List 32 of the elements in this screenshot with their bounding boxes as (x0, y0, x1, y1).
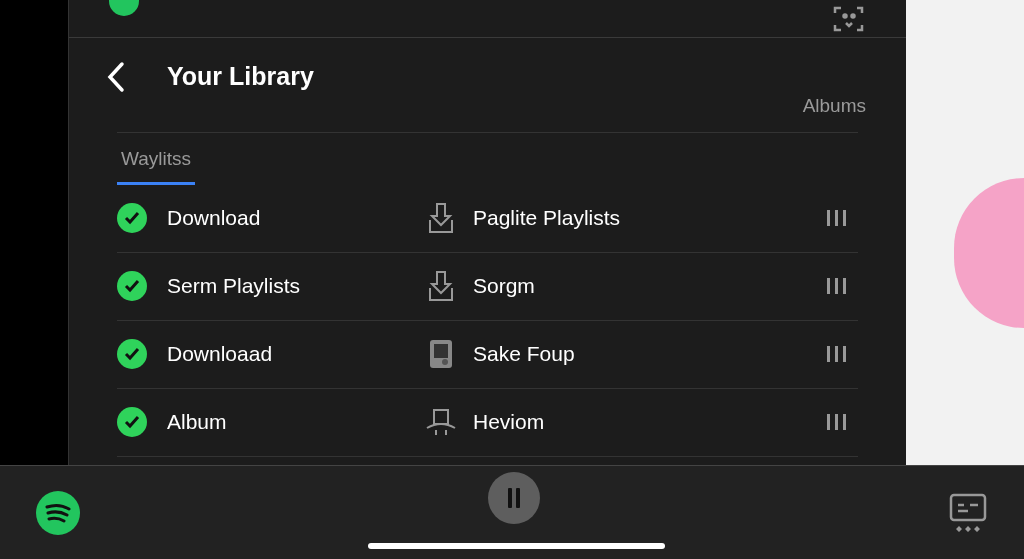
list-item-label[interactable]: Sake Foup (473, 338, 827, 370)
list-item-label[interactable]: Download (167, 202, 425, 234)
checkbox[interactable] (117, 271, 147, 301)
pause-icon (506, 487, 522, 508)
back-icon[interactable] (105, 60, 127, 93)
list-item-label[interactable]: Album (167, 406, 425, 438)
download-icon (428, 202, 454, 234)
drag-handle-icon[interactable] (827, 278, 846, 294)
list-item-label[interactable]: Paglite Playlists (473, 202, 827, 234)
list-item-label[interactable]: Serm Playlists (167, 270, 425, 302)
check-icon (124, 211, 140, 225)
drag-handle-icon[interactable] (827, 414, 846, 430)
robot-face-icon[interactable] (948, 491, 988, 534)
check-icon (124, 279, 140, 293)
checkbox[interactable] (117, 339, 147, 369)
check-icon (124, 415, 140, 429)
download-icon (428, 270, 454, 302)
column-header: Albums (802, 93, 866, 118)
tab[interactable]: Waylitss (117, 145, 196, 185)
hat-icon (425, 406, 457, 438)
drag-handle-icon[interactable] (827, 210, 846, 226)
checkbox[interactable] (117, 407, 147, 437)
page-title: Your Library (167, 61, 314, 92)
check-icon (124, 347, 140, 361)
list-item-label[interactable]: Heviom (473, 406, 827, 438)
app-logo-icon[interactable] (36, 490, 80, 535)
pause-button[interactable] (488, 471, 540, 524)
drag-handle-icon[interactable] (827, 346, 846, 362)
list-item-label[interactable]: Downloaad (167, 338, 425, 370)
list-item-label[interactable]: Sorgm (473, 270, 827, 302)
checkbox[interactable] (117, 203, 147, 233)
tablet-icon (428, 338, 454, 370)
